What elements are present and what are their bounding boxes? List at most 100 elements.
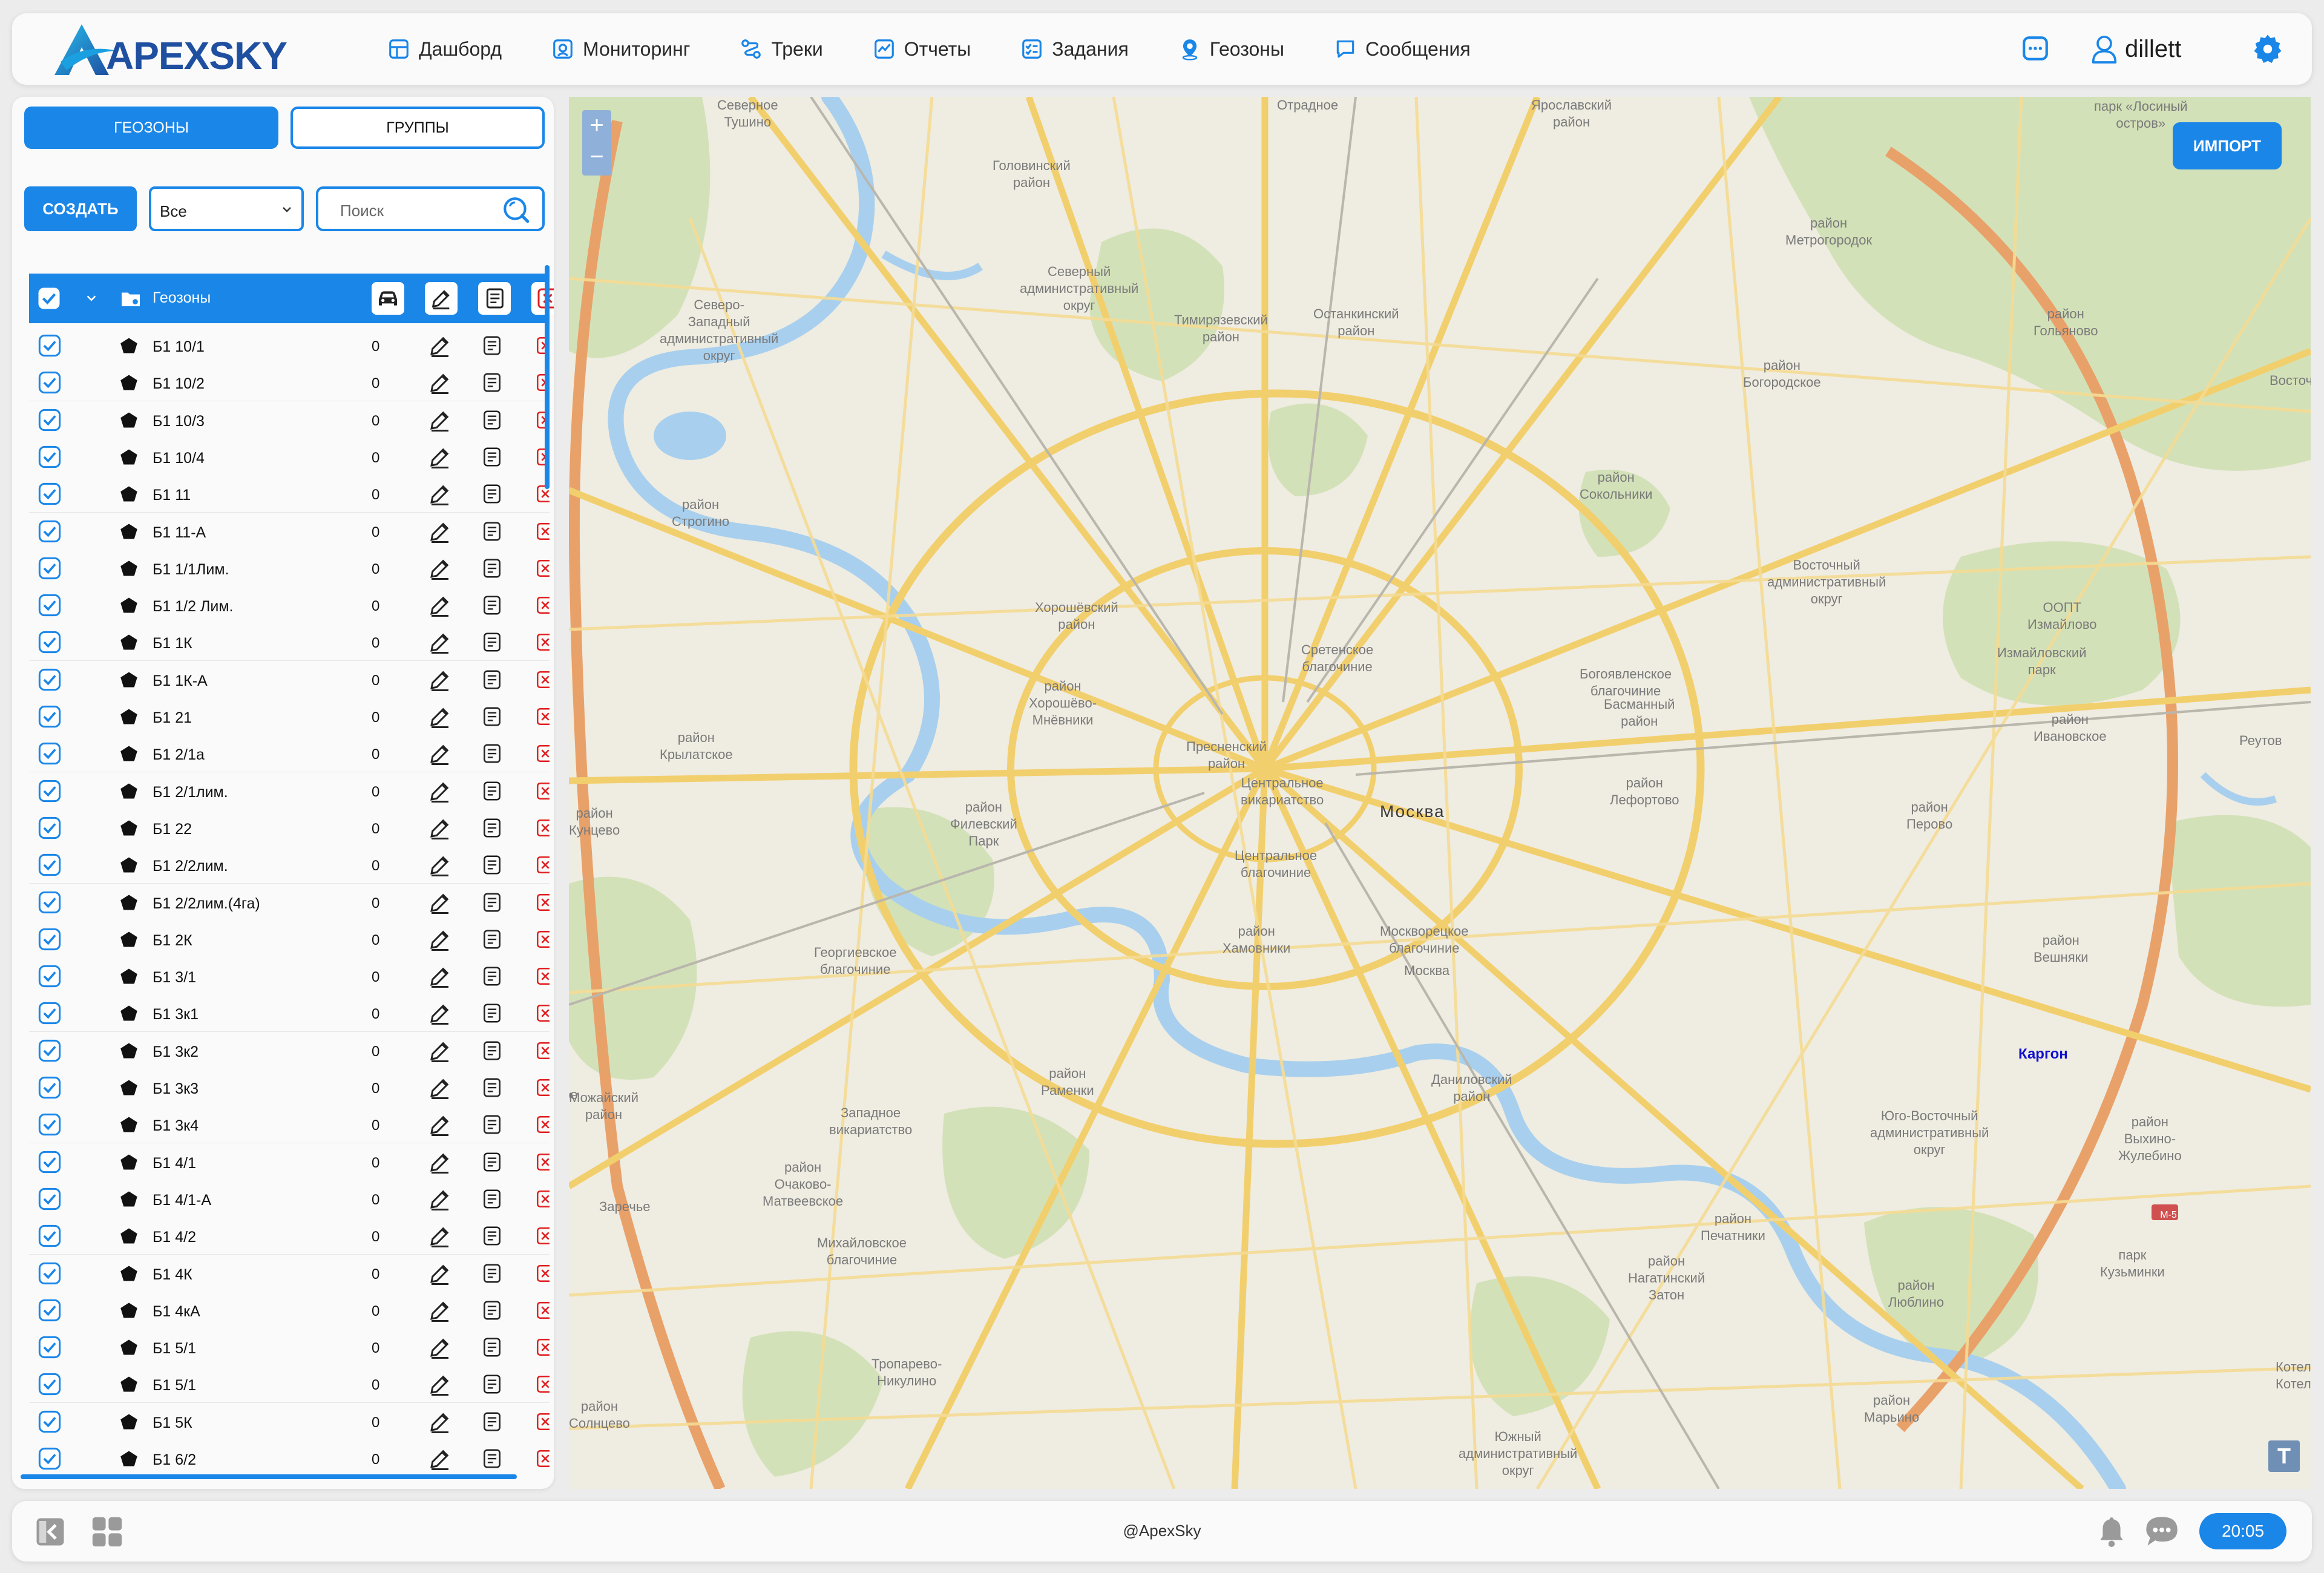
edit-pencil-icon[interactable] — [427, 964, 453, 989]
geozone-row[interactable]: Б1 10/2 0 — [29, 364, 550, 402]
geozone-row[interactable]: Б1 1К-А 0 — [29, 660, 550, 698]
geozone-row[interactable]: Б1 3к4 0 — [29, 1106, 550, 1144]
edit-pencil-icon[interactable] — [427, 890, 453, 915]
row-checkbox[interactable] — [38, 370, 62, 395]
document-icon[interactable] — [481, 334, 504, 357]
edit-pencil-icon[interactable] — [427, 852, 453, 878]
delete-icon[interactable] — [535, 743, 550, 764]
nav-tasks[interactable]: Задания — [1020, 38, 1129, 61]
row-checkbox[interactable] — [38, 1335, 62, 1359]
document-icon[interactable] — [481, 742, 504, 765]
nav-dashboard[interactable]: Дашборд — [387, 38, 502, 61]
document-icon[interactable] — [481, 482, 504, 505]
row-checkbox[interactable] — [38, 1187, 62, 1211]
row-checkbox[interactable] — [38, 1261, 62, 1286]
document-icon[interactable] — [481, 891, 504, 914]
filter-select[interactable]: Все — [149, 186, 304, 231]
row-checkbox[interactable] — [38, 890, 62, 915]
document-icon[interactable] — [481, 631, 504, 654]
delete-icon[interactable] — [535, 521, 550, 542]
row-checkbox[interactable] — [38, 408, 62, 432]
nav-messages[interactable]: Сообщения — [1334, 38, 1471, 61]
row-checkbox[interactable] — [38, 1447, 62, 1471]
edit-pencil-icon[interactable] — [427, 1038, 453, 1063]
vertical-scrollbar[interactable] — [545, 265, 550, 489]
document-icon[interactable] — [481, 409, 504, 432]
delete-icon[interactable] — [535, 595, 550, 616]
chat-bubble-icon[interactable] — [2020, 34, 2050, 64]
document-icon[interactable] — [481, 594, 504, 617]
row-checkbox[interactable] — [38, 333, 62, 358]
edit-pencil-icon[interactable] — [427, 704, 453, 729]
geozone-row[interactable]: Б1 11 0 — [29, 475, 550, 513]
row-checkbox[interactable] — [38, 1112, 62, 1137]
delete-icon[interactable] — [535, 1263, 550, 1284]
chat-icon[interactable] — [2144, 1514, 2180, 1548]
gear-icon[interactable] — [2251, 33, 2284, 65]
row-checkbox[interactable] — [38, 1224, 62, 1248]
document-icon[interactable] — [481, 1039, 504, 1062]
document-icon[interactable] — [481, 1002, 504, 1025]
row-checkbox[interactable] — [38, 853, 62, 877]
apexsky-logo[interactable]: APEXSKY — [48, 19, 287, 80]
edit-pencil-icon[interactable] — [427, 1223, 453, 1249]
geozone-row[interactable]: Б1 22 0 — [29, 809, 550, 847]
row-checkbox[interactable] — [38, 1372, 62, 1396]
user-menu[interactable]: dillett — [2091, 31, 2181, 67]
delete-icon[interactable] — [535, 855, 550, 875]
edit-pencil-icon[interactable] — [427, 1075, 453, 1100]
edit-pencil-icon[interactable] — [427, 778, 453, 804]
delete-icon[interactable] — [535, 929, 550, 950]
edit-pencil-icon[interactable] — [427, 1335, 453, 1360]
tab-geozones[interactable]: ГЕОЗОНЫ — [24, 107, 278, 149]
edit-pencil-icon[interactable] — [427, 1149, 453, 1175]
delete-icon[interactable] — [535, 1374, 550, 1394]
delete-icon[interactable] — [535, 558, 550, 579]
edit-pencil-icon[interactable] — [427, 1000, 453, 1026]
geozone-row[interactable]: Б1 4/1 0 — [29, 1143, 550, 1181]
delete-icon[interactable] — [535, 1411, 550, 1432]
document-icon[interactable] — [481, 965, 504, 988]
document-icon[interactable] — [481, 371, 504, 394]
edit-pencil-icon[interactable] — [427, 481, 453, 507]
edit-pencil-icon[interactable] — [427, 927, 453, 952]
row-checkbox[interactable] — [38, 630, 62, 654]
row-checkbox[interactable] — [38, 1150, 62, 1174]
edit-all-button[interactable] — [425, 282, 458, 315]
row-checkbox[interactable] — [38, 1410, 62, 1434]
delete-all-button[interactable] — [531, 282, 554, 315]
document-icon[interactable] — [481, 705, 504, 728]
nav-geozones[interactable]: Геозоны — [1178, 38, 1284, 61]
map-geozone-marker-label[interactable]: Каргон — [2018, 1046, 2068, 1063]
geozone-row[interactable]: Б1 10/1 0 — [29, 327, 550, 364]
document-icon[interactable] — [481, 1299, 504, 1322]
geozone-row[interactable]: Б1 5/1 0 — [29, 1365, 550, 1404]
row-checkbox[interactable] — [38, 1039, 62, 1063]
geozone-row[interactable]: Б1 2/2лим. 0 — [29, 846, 550, 884]
document-icon[interactable] — [481, 1151, 504, 1174]
delete-icon[interactable] — [535, 1189, 550, 1209]
row-checkbox[interactable] — [38, 593, 62, 617]
row-checkbox[interactable] — [38, 927, 62, 951]
edit-pencil-icon[interactable] — [427, 1446, 453, 1471]
document-icon[interactable] — [481, 816, 504, 839]
edit-pencil-icon[interactable] — [427, 333, 453, 358]
document-icon[interactable] — [481, 1447, 504, 1470]
document-icon[interactable] — [481, 1113, 504, 1136]
edit-pencil-icon[interactable] — [427, 444, 453, 470]
document-icon[interactable] — [481, 780, 504, 803]
geozone-row[interactable]: Б1 1/2 Лим. 0 — [29, 586, 550, 625]
geozone-row[interactable]: Б1 21 0 — [29, 698, 550, 735]
document-icon[interactable] — [481, 1076, 504, 1099]
geozone-row[interactable]: Б1 6/2 0 — [29, 1440, 550, 1471]
nav-tracks[interactable]: Треки — [740, 38, 823, 61]
edit-pencil-icon[interactable] — [427, 1112, 453, 1137]
edit-pencil-icon[interactable] — [427, 741, 453, 766]
delete-icon[interactable] — [535, 1152, 550, 1172]
geozone-row[interactable]: Б1 3к2 0 — [29, 1031, 550, 1069]
geozone-row[interactable]: Б1 5К 0 — [29, 1402, 550, 1440]
edit-pencil-icon[interactable] — [427, 1409, 453, 1434]
delete-icon[interactable] — [535, 1300, 550, 1321]
delete-icon[interactable] — [535, 632, 550, 652]
row-checkbox[interactable] — [38, 1298, 62, 1322]
